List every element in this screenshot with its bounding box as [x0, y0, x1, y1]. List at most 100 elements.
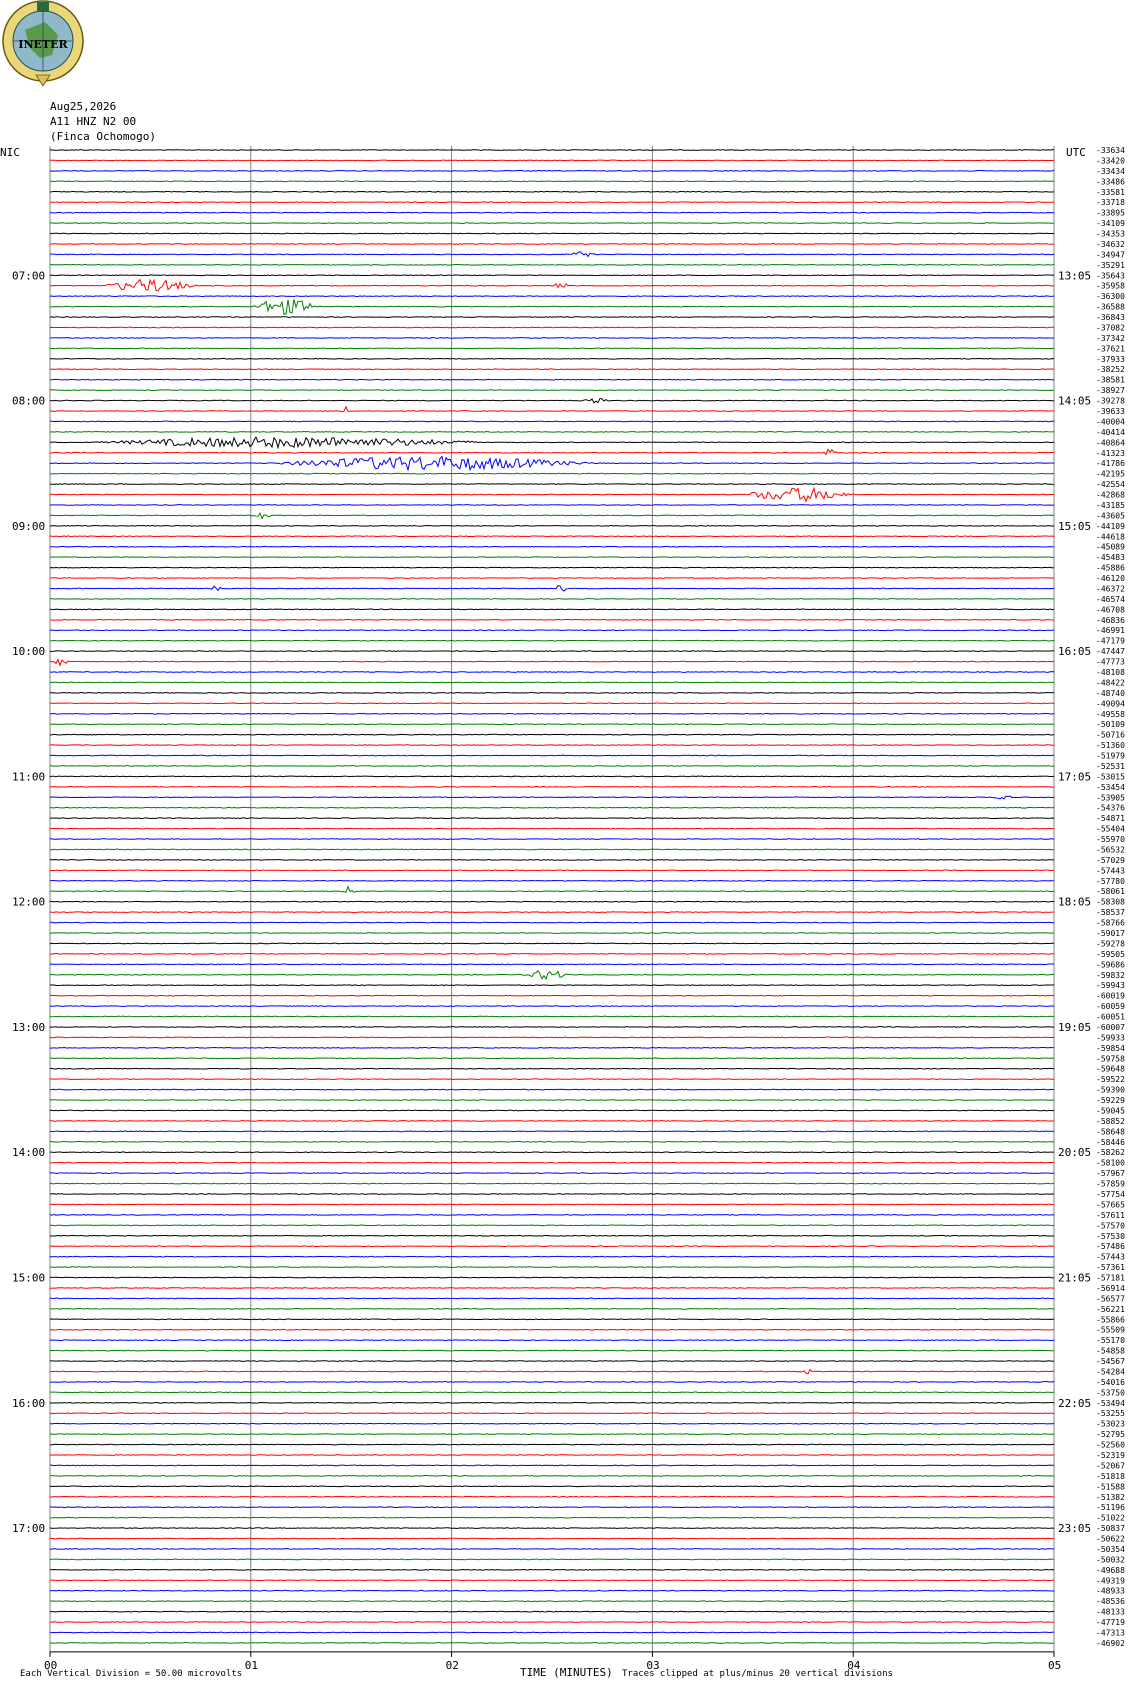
trace-row [49, 1621, 1055, 1623]
left-hour-label: 17:00 [12, 1522, 45, 1535]
trace-row [49, 295, 1055, 298]
left-hour-label: 16:00 [12, 1397, 45, 1410]
trace-row [49, 629, 1055, 632]
trace-offset-label: -48133 [1096, 1608, 1125, 1617]
trace-row [49, 535, 1055, 538]
trace-row [49, 278, 1055, 292]
trace-row [49, 448, 1055, 456]
trace-offset-label: -41786 [1096, 459, 1125, 468]
trace-offset-label: -59017 [1096, 929, 1125, 938]
trace-row [49, 1412, 1055, 1415]
trace-offset-label: -59832 [1096, 971, 1125, 980]
trace-offset-label: -57967 [1096, 1169, 1125, 1178]
trace-offset-label: -40864 [1096, 438, 1125, 447]
trace-offset-label: -41323 [1096, 449, 1125, 458]
trace-offset-label: -44109 [1096, 522, 1125, 531]
trace-row [49, 1516, 1055, 1519]
right-hour-label: 23:05 [1058, 1522, 1091, 1535]
ineter-logo: INETER [2, 0, 84, 87]
trace-row [49, 1495, 1055, 1498]
trace-offset-label: -51382 [1096, 1493, 1125, 1502]
left-hour-label: 07:00 [12, 269, 45, 282]
right-hour-label: 14:05 [1058, 395, 1091, 408]
trace-row [49, 1307, 1055, 1310]
trace-offset-label: -58537 [1096, 908, 1125, 917]
trace-row [49, 1245, 1055, 1248]
trace-row [49, 1558, 1055, 1561]
trace-offset-label: -51588 [1096, 1482, 1125, 1491]
trace-row [49, 431, 1055, 433]
trace-offset-label: -50837 [1096, 1524, 1125, 1533]
trace-offset-label: -49094 [1096, 699, 1125, 708]
trace-row [49, 1193, 1055, 1195]
trace-offset-label: -52531 [1096, 762, 1125, 771]
right-hour-label: 13:05 [1058, 269, 1091, 282]
trace-row [49, 795, 1055, 800]
trace-offset-label: -54567 [1096, 1357, 1125, 1366]
trace-row [49, 1443, 1055, 1446]
trace-offset-label: -60007 [1096, 1023, 1125, 1032]
trace-row [49, 405, 1055, 413]
trace-row [49, 389, 1055, 391]
trace-row [49, 149, 1055, 151]
trace-offset-label: -37621 [1096, 344, 1125, 353]
trace-row [49, 650, 1055, 652]
trace-offset-label: -55970 [1096, 835, 1125, 844]
trace-row [49, 326, 1055, 329]
trace-row [49, 211, 1055, 214]
trace-row [49, 848, 1055, 851]
right-timezone-label: UTC [1066, 146, 1086, 159]
trace-offset-label: -34109 [1096, 219, 1125, 228]
trace-row [49, 1057, 1055, 1060]
trace-offset-label: -54871 [1096, 814, 1125, 823]
trace-offset-label: -57859 [1096, 1180, 1125, 1189]
trace-row [49, 723, 1055, 726]
trace-row [49, 1078, 1055, 1081]
trace-offset-label: -48536 [1096, 1597, 1125, 1606]
trace-offset-label: -34353 [1096, 230, 1125, 239]
trace-row [49, 911, 1055, 913]
trace-row [49, 963, 1055, 966]
trace-row [49, 504, 1055, 506]
trace-offset-label: -36843 [1096, 313, 1125, 322]
trace-offset-label: -58852 [1096, 1117, 1125, 1126]
trace-row [49, 1454, 1055, 1456]
trace-row [49, 1120, 1055, 1122]
trace-offset-label: -53023 [1096, 1420, 1125, 1429]
trace-rows [49, 149, 1055, 1644]
trace-offset-label: -50032 [1096, 1555, 1125, 1564]
trace-row [49, 733, 1055, 736]
trace-offset-label: -45886 [1096, 564, 1125, 573]
trace-row [49, 744, 1055, 746]
trace-offset-label: -58308 [1096, 898, 1125, 907]
record-date: Aug25,2026 [50, 100, 117, 113]
trace-offset-label: -52067 [1096, 1461, 1125, 1470]
trace-row [49, 1172, 1055, 1174]
trace-row [49, 232, 1055, 235]
trace-offset-label: -50622 [1096, 1535, 1125, 1544]
trace-offset-label: -57443 [1096, 866, 1125, 875]
trace-row [49, 712, 1055, 715]
trace-offset-label: -42554 [1096, 480, 1125, 489]
trace-offset-label: -46902 [1096, 1639, 1125, 1648]
trace-row [49, 1610, 1055, 1613]
trace-offset-label: -59758 [1096, 1054, 1125, 1063]
trace-offset-label: -51196 [1096, 1503, 1125, 1512]
trace-offset-label: -54858 [1096, 1347, 1125, 1356]
trace-row [49, 1339, 1054, 1342]
trace-row [49, 953, 1055, 955]
trace-row [49, 1266, 1055, 1268]
trace-row [49, 1005, 1055, 1007]
trace-offset-label: -35643 [1096, 271, 1125, 280]
trace-row [49, 994, 1055, 997]
svg-text:INETER: INETER [18, 38, 68, 51]
trace-offset-label: -47447 [1096, 647, 1125, 656]
trace-offset-label: -45483 [1096, 553, 1125, 562]
trace-offset-label: -40004 [1096, 417, 1125, 426]
trace-offset-label: -38581 [1096, 376, 1125, 385]
trace-row [49, 347, 1055, 350]
x-axis-label: TIME (MINUTES) [520, 1666, 613, 1679]
trace-row [49, 608, 1055, 611]
trace-row [49, 263, 1055, 266]
trace-offset-label: -59045 [1096, 1106, 1125, 1115]
